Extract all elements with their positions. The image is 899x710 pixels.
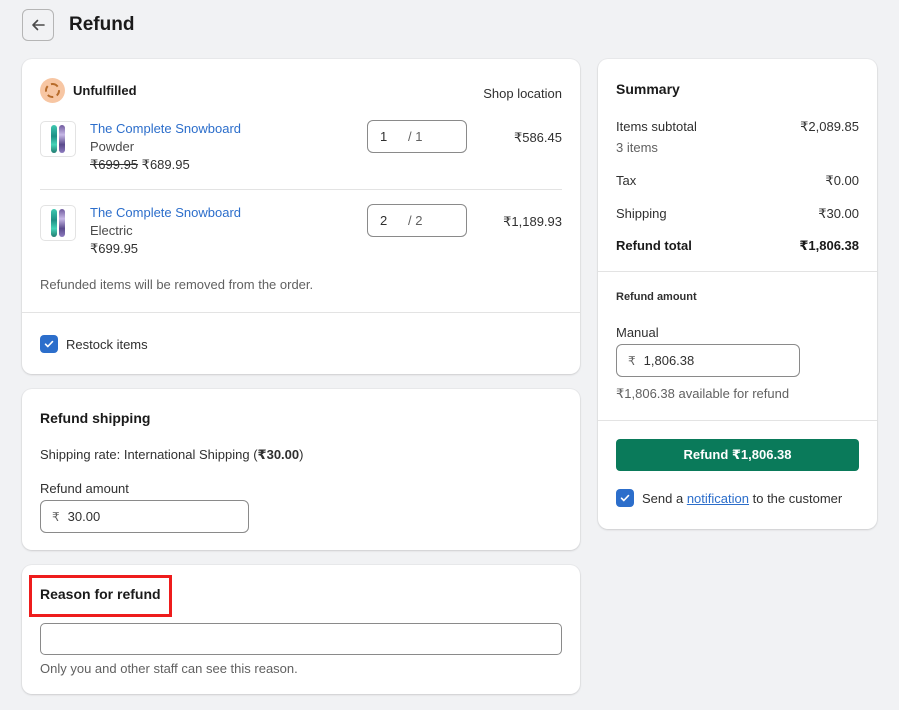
refund-amount-title: Refund amount	[616, 291, 697, 303]
notify-checkbox[interactable]	[616, 489, 634, 507]
restock-checkbox-row[interactable]: Restock items	[40, 335, 148, 353]
quantity-field[interactable]: / 2	[367, 204, 467, 237]
notify-prefix: Send a	[642, 490, 684, 506]
quantity-max: / 1	[408, 129, 423, 144]
divider	[40, 189, 562, 190]
location-label: Shop location	[483, 86, 562, 101]
quantity-input[interactable]	[380, 129, 408, 144]
checkmark-icon	[620, 494, 630, 502]
line-total: ₹1,189.93	[503, 214, 562, 229]
summary-row-refund-total: Refund total ₹1,806.38	[616, 238, 859, 254]
manual-refund-field[interactable]: ₹	[616, 344, 800, 377]
divider	[22, 312, 580, 313]
snowboard-image-icon	[51, 209, 57, 237]
summary-label: Items subtotal	[616, 119, 697, 134]
reason-card: Reason for refund Only you and other sta…	[22, 565, 580, 694]
reason-help-text: Only you and other staff can see this re…	[40, 661, 298, 676]
quantity-field[interactable]: / 1	[367, 120, 467, 153]
notify-customer-row[interactable]: Send a notification to the customer	[616, 489, 842, 507]
product-variant: Electric	[90, 223, 133, 238]
quantity-max: / 2	[408, 213, 423, 228]
rupee-icon: ₹	[628, 353, 636, 368]
shipping-rate-amount: ₹30.00	[257, 447, 300, 462]
divider	[598, 420, 877, 421]
status-label: Unfulfilled	[73, 83, 137, 98]
line-total: ₹586.45	[513, 130, 562, 145]
back-button[interactable]	[22, 9, 54, 41]
summary-row-tax: Tax ₹0.00	[616, 173, 859, 189]
page-title: Refund	[69, 14, 135, 35]
summary-label: Tax	[616, 173, 637, 188]
notify-suffix: to the customer	[752, 490, 843, 506]
notify-text: Send a notification to the customer	[642, 491, 842, 506]
summary-value: ₹1,806.38	[799, 238, 859, 253]
shipping-card-title: Refund shipping	[40, 410, 151, 426]
shipping-refund-amount-input[interactable]	[67, 509, 188, 524]
manual-refund-input[interactable]	[643, 353, 764, 368]
snowboard-image-icon	[59, 209, 65, 237]
product-price: ₹699.95	[90, 241, 139, 256]
summary-value: ₹2,089.85	[800, 119, 859, 134]
refund-items-card: Unfulfilled Shop location The Complete S…	[22, 59, 580, 374]
snowboard-image-icon	[51, 125, 57, 153]
original-price: ₹699.95	[90, 157, 139, 172]
refund-note: Refunded items will be removed from the …	[40, 277, 314, 292]
available-for-refund: ₹1,806.38 available for refund	[616, 386, 790, 401]
shipping-refund-amount-label: Refund amount	[40, 481, 129, 496]
restock-checkbox[interactable]	[40, 335, 58, 353]
shipping-refund-amount-field[interactable]: ₹	[40, 500, 249, 533]
page-header: Refund	[22, 9, 134, 41]
summary-value: ₹0.00	[825, 173, 859, 188]
summary-card: Summary Items subtotal ₹2,089.85 3 items…	[598, 59, 877, 529]
summary-label: Shipping	[616, 206, 667, 221]
summary-row-shipping: Shipping ₹30.00	[616, 206, 859, 222]
notification-link[interactable]: notification	[687, 491, 749, 506]
unfulfilled-circle-icon	[40, 78, 65, 103]
product-price: ₹699.95 ₹689.95	[90, 157, 190, 173]
reason-title: Reason for refund	[40, 586, 161, 602]
product-variant: Powder	[90, 139, 135, 154]
reason-input[interactable]	[40, 623, 562, 655]
summary-label: Refund total	[616, 238, 692, 253]
divider	[598, 271, 877, 272]
summary-value: ₹30.00	[818, 206, 859, 221]
refund-shipping-card: Refund shipping Shipping rate: Internati…	[22, 389, 580, 550]
shipping-rate-close: )	[299, 447, 304, 462]
fulfillment-status: Unfulfilled	[40, 78, 137, 103]
snowboard-image-icon	[59, 125, 65, 153]
restock-label: Restock items	[66, 336, 148, 352]
shipping-rate-text: Shipping rate: International Shipping (	[40, 447, 258, 462]
manual-label: Manual	[616, 325, 659, 340]
shipping-rate: Shipping rate: International Shipping (₹…	[40, 447, 303, 463]
checkmark-icon	[44, 340, 54, 348]
arrow-left-icon	[32, 19, 45, 31]
product-thumbnail	[40, 121, 76, 157]
summary-row-subtotal: Items subtotal ₹2,089.85	[616, 119, 859, 135]
quantity-input[interactable]	[380, 213, 408, 228]
product-title-link[interactable]: The Complete Snowboard	[90, 205, 241, 220]
product-title-link[interactable]: The Complete Snowboard	[90, 121, 241, 136]
refund-button[interactable]: Refund ₹1,806.38	[616, 439, 859, 471]
summary-title: Summary	[616, 81, 680, 97]
rupee-icon: ₹	[52, 509, 60, 524]
items-count: 3 items	[616, 140, 658, 155]
product-thumbnail	[40, 205, 76, 241]
discounted-price: ₹689.95	[141, 157, 190, 172]
